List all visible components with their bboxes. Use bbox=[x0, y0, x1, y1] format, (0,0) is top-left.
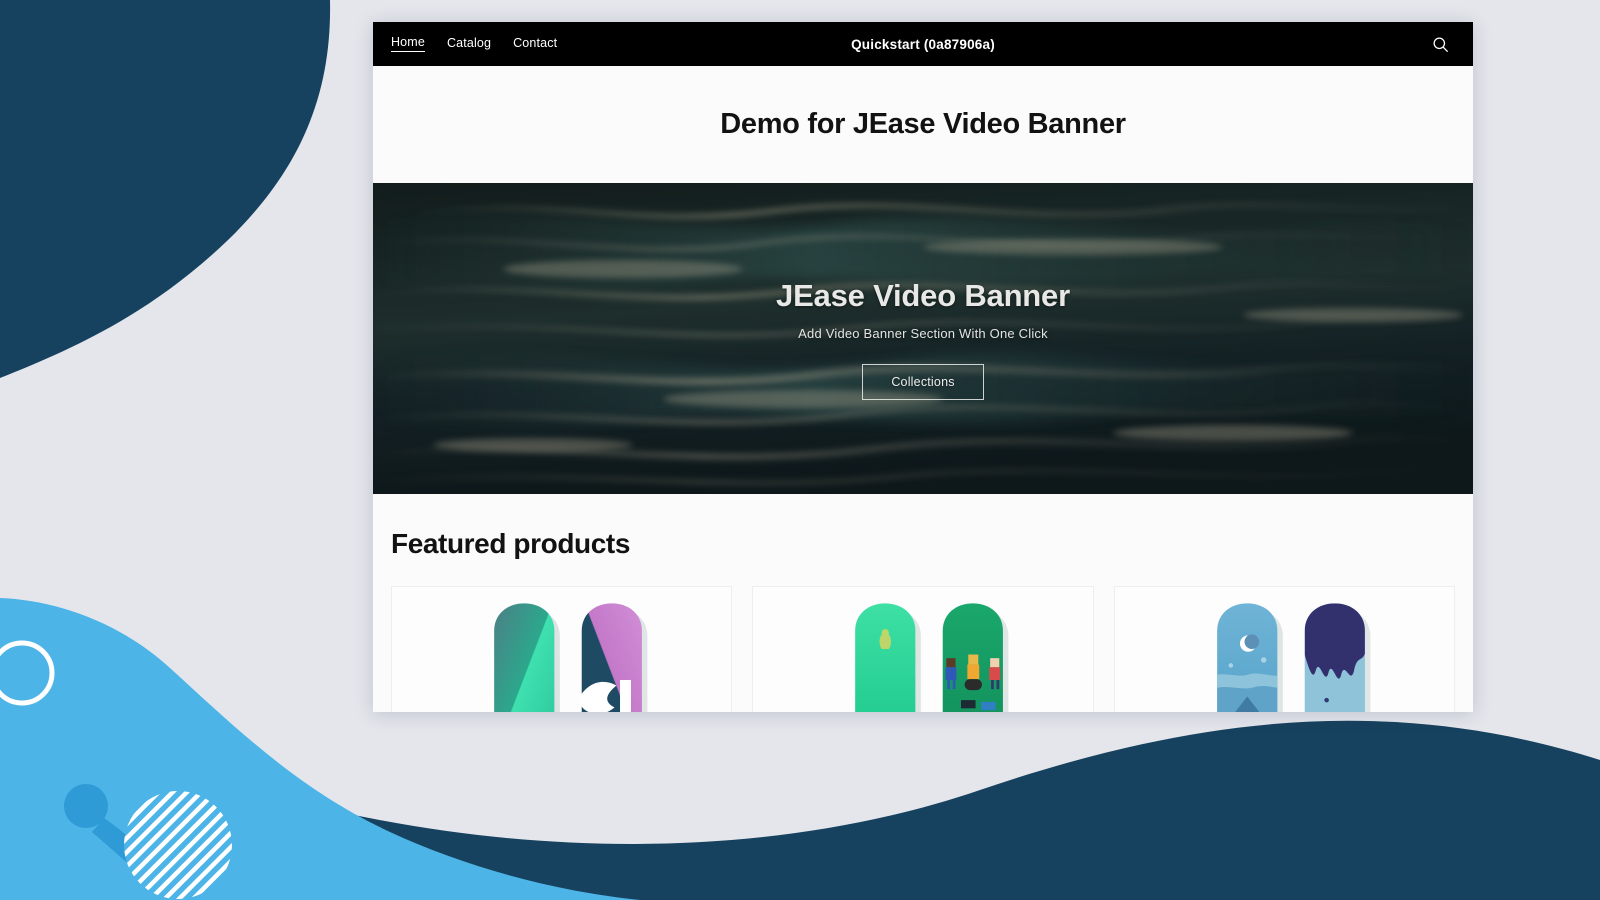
search-icon bbox=[1432, 36, 1448, 52]
snowboard-left bbox=[855, 603, 922, 712]
main-navigation: Home Catalog Contact bbox=[391, 36, 557, 52]
banner-subheading: Add Video Banner Section With One Click bbox=[798, 325, 1048, 341]
nav-link-home[interactable]: Home bbox=[391, 36, 425, 52]
product-image: Blue moon snowboard and navy drip snowbo… bbox=[1114, 587, 1454, 712]
banner-heading: JEase Video Banner bbox=[776, 277, 1070, 313]
page-title: Demo for JEase Video Banner bbox=[720, 108, 1126, 140]
product-card[interactable]: Green snowboards with pixel characters bbox=[752, 586, 1094, 712]
snowboard-right bbox=[943, 603, 1009, 712]
video-banner-section: JEase Video Banner Add Video Banner Sect… bbox=[373, 183, 1473, 494]
striped-circle bbox=[124, 791, 232, 899]
snowboard-right bbox=[1304, 603, 1371, 712]
snowboard-left bbox=[1216, 603, 1283, 712]
featured-products-heading: Featured products bbox=[391, 528, 631, 559]
product-image: Teal and purple snowboards bbox=[392, 587, 732, 712]
collections-button[interactable]: Collections bbox=[862, 363, 984, 400]
nav-link-contact[interactable]: Contact bbox=[513, 37, 557, 52]
snowboard-left bbox=[494, 603, 560, 712]
product-card[interactable]: Teal and purple snowboards bbox=[391, 586, 733, 712]
video-banner-overlay: JEase Video Banner Add Video Banner Sect… bbox=[373, 183, 1473, 494]
product-image: Green snowboards with pixel characters bbox=[753, 587, 1093, 712]
product-grid: Teal and purple snowboards bbox=[373, 560, 1473, 712]
site-header: Home Catalog Contact Quickstart (0a87906… bbox=[373, 22, 1473, 66]
page-title-band: Demo for JEase Video Banner bbox=[373, 66, 1473, 183]
snowboard-right bbox=[579, 603, 648, 712]
product-card[interactable]: Blue moon snowboard and navy drip snowbo… bbox=[1113, 586, 1455, 712]
storefront-page-frame: Home Catalog Contact Quickstart (0a87906… bbox=[373, 22, 1473, 712]
featured-products-section: Featured products bbox=[373, 494, 1473, 712]
search-button[interactable]: Search bbox=[1427, 31, 1453, 57]
nav-link-catalog[interactable]: Catalog bbox=[447, 37, 491, 52]
